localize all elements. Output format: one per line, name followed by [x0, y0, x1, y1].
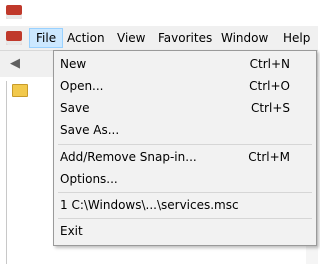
file-menu-exit[interactable]: Exit: [54, 220, 316, 242]
app-icon[interactable]: [6, 5, 22, 19]
menu-item-label: Exit: [60, 224, 83, 238]
menu-favorites[interactable]: Favorites: [152, 28, 218, 48]
file-menu-add-remove-snap-in[interactable]: Add/Remove Snap-in... Ctrl+M: [54, 146, 316, 168]
menu-item-shortcut: Ctrl+M: [248, 150, 290, 164]
document-icon[interactable]: [6, 31, 22, 45]
menu-action[interactable]: Action: [61, 28, 111, 48]
title-bar: [0, 0, 318, 26]
menu-separator: [58, 218, 312, 219]
menu-item-label: Add/Remove Snap-in...: [60, 150, 197, 164]
menu-item-label: Save As...: [60, 123, 120, 137]
file-menu-open[interactable]: Open... Ctrl+O: [54, 75, 316, 97]
menu-bar: File Action View Favorites Window Help: [0, 26, 318, 51]
back-arrow-icon[interactable]: ◀: [10, 57, 20, 70]
menu-window[interactable]: Window: [215, 28, 274, 48]
file-menu-new[interactable]: New Ctrl+N: [54, 53, 316, 75]
folder-icon[interactable]: [12, 84, 28, 97]
file-menu-save[interactable]: Save Ctrl+S: [54, 97, 316, 119]
menu-item-label: Options...: [60, 172, 118, 186]
menu-separator: [58, 144, 312, 145]
menu-item-label: Open...: [60, 79, 104, 93]
menu-separator: [58, 192, 312, 193]
file-menu-save-as[interactable]: Save As...: [54, 119, 316, 141]
pane-divider: [6, 81, 49, 264]
menu-item-label: 1 C:\Windows\...\services.msc: [60, 198, 239, 212]
file-menu-recent-1[interactable]: 1 C:\Windows\...\services.msc: [54, 194, 316, 216]
menu-item-shortcut: Ctrl+O: [249, 79, 290, 93]
file-menu-options[interactable]: Options...: [54, 168, 316, 190]
file-menu-dropdown: New Ctrl+N Open... Ctrl+O Save Ctrl+S Sa…: [53, 50, 317, 246]
menu-item-label: Save: [60, 101, 90, 115]
menu-view[interactable]: View: [111, 28, 151, 48]
menu-item-shortcut: Ctrl+S: [250, 101, 290, 115]
menu-item-shortcut: Ctrl+N: [249, 57, 290, 71]
menu-help[interactable]: Help: [277, 28, 316, 48]
menu-item-label: New: [60, 57, 87, 71]
menu-file[interactable]: File: [29, 28, 64, 48]
